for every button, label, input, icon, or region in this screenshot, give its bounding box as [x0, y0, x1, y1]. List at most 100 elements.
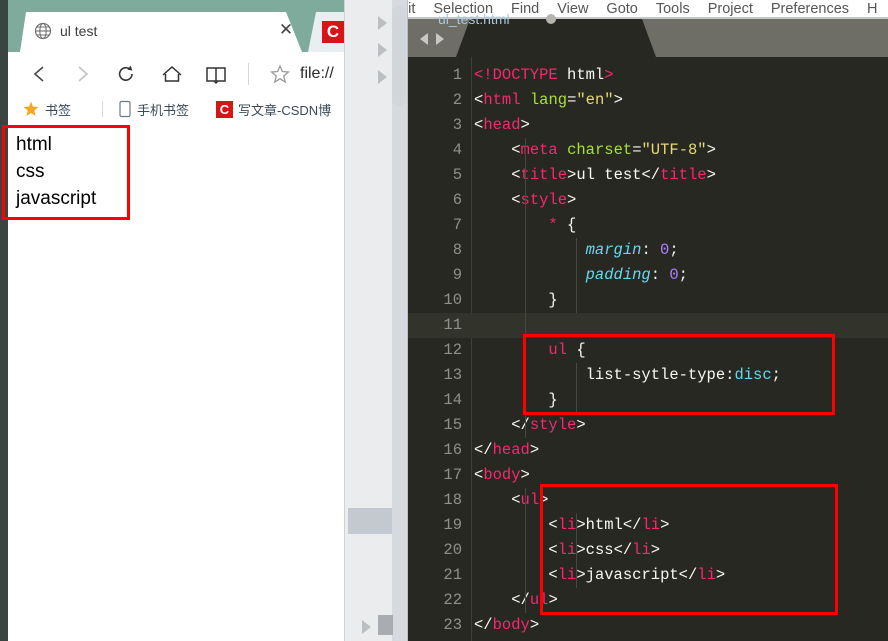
nav-right-icon[interactable]	[436, 33, 444, 45]
browser-side-panel	[344, 0, 408, 641]
line-number: 12	[443, 341, 462, 359]
line-number: 11	[443, 316, 462, 334]
code-line[interactable]: 16 </head>	[408, 438, 888, 463]
code-line[interactable]: 10 }	[408, 288, 888, 313]
code-line[interactable]: 2 <html lang="en">	[408, 88, 888, 113]
scrollbar-thumb[interactable]	[392, 6, 406, 106]
browser-toolbar: file://	[8, 52, 344, 95]
code-text: </body>	[474, 616, 540, 634]
chevron-right-icon[interactable]	[378, 43, 387, 57]
line-number: 18	[443, 491, 462, 509]
rendered-ul-list: html css javascript	[16, 131, 96, 212]
bookmark-item-csdn[interactable]: C 写文章-CSDN博	[216, 99, 331, 119]
code-line[interactable]: 4 <meta charset="UTF-8">	[408, 138, 888, 163]
csdn-icon: C	[322, 21, 344, 43]
star-icon[interactable]	[268, 62, 292, 86]
browser-page-content: html css javascript	[8, 123, 344, 641]
code-line[interactable]: 7 * {	[408, 213, 888, 238]
code-text: <!DOCTYPE html>	[474, 66, 614, 84]
unsaved-dot-icon	[546, 14, 556, 24]
line-number: 2	[452, 91, 462, 109]
reload-icon[interactable]	[114, 62, 138, 86]
code-line[interactable]: 17 <body>	[408, 463, 888, 488]
line-number: 16	[443, 441, 462, 459]
code-line[interactable]: 21 <li>javascript</li>	[408, 563, 888, 588]
code-text: </style>	[511, 416, 586, 434]
indent-guide	[525, 138, 526, 213]
globe-icon	[34, 22, 52, 40]
chevron-right-icon[interactable]	[378, 70, 387, 84]
code-text: ul {	[548, 341, 586, 359]
code-line[interactable]: 14 }	[408, 388, 888, 413]
code-text: <head>	[474, 116, 530, 134]
code-line[interactable]: 8 margin: 0;	[408, 238, 888, 263]
line-number: 5	[452, 166, 462, 184]
code-text: <li>html</li>	[548, 516, 670, 534]
code-line[interactable]: 11	[408, 313, 888, 338]
line-number: 22	[443, 591, 462, 609]
list-item: css	[16, 161, 45, 182]
code-text: </ul>	[511, 591, 558, 609]
list-item: html	[16, 134, 52, 155]
window-left-edge	[0, 0, 8, 641]
code-line[interactable]: 22 </ul>	[408, 588, 888, 613]
bookmark-item-mobile[interactable]: 手机书签	[118, 99, 189, 119]
code-editor-area[interactable]: 1 <!DOCTYPE html> 2 <html lang="en"> 3 <head>…	[408, 57, 888, 641]
address-bar-url[interactable]: file://	[300, 63, 334, 85]
line-number: 3	[452, 116, 462, 134]
bookmark-label: 写文章-CSDN博	[238, 102, 332, 118]
phone-icon	[119, 100, 131, 118]
browser-window: ul test ✕ C file:// 书签 手机书签 C 写文章-CSDN博 …	[0, 0, 344, 641]
text-editor-window: FileEditSelectionFindViewGotoToolsProjec…	[408, 0, 888, 641]
code-line[interactable]: 18 <ul>	[408, 488, 888, 513]
code-line[interactable]: 19 <li>html</li>	[408, 513, 888, 538]
browser-tab-strip: ul test ✕ C	[8, 0, 344, 52]
code-text: <li>css</li>	[548, 541, 661, 559]
browser-tab-title: ul test	[60, 23, 98, 39]
code-line[interactable]: 3 <head>	[408, 113, 888, 138]
bookmark-label: 手机书签	[137, 102, 190, 118]
code-text: <body>	[474, 466, 530, 484]
code-line[interactable]: 5 <title>ul test</title>	[408, 163, 888, 188]
csdn-icon: C	[216, 100, 233, 118]
code-line[interactable]: 15 </style>	[408, 413, 888, 438]
indent-guide	[525, 213, 526, 438]
code-line[interactable]: 9 padding: 0;	[408, 263, 888, 288]
forward-icon	[70, 62, 94, 86]
book-icon[interactable]	[204, 62, 228, 86]
line-number: 10	[443, 291, 462, 309]
indent-guide	[576, 513, 577, 588]
screenshot-root: ul test ✕ C file:// 书签 手机书签 C 写文章-CSDN博 …	[0, 0, 888, 641]
code-text: <html lang="en">	[474, 91, 623, 109]
line-number: 19	[443, 516, 462, 534]
code-text: <ul>	[511, 491, 549, 509]
line-number: 23	[443, 616, 462, 634]
chevron-right-icon[interactable]	[378, 16, 387, 30]
line-number: 7	[452, 216, 462, 234]
back-icon[interactable]	[28, 62, 52, 86]
close-icon[interactable]: ✕	[276, 20, 296, 40]
line-number: 8	[452, 241, 462, 259]
panel-selected-item[interactable]	[348, 508, 392, 534]
line-number: 14	[443, 391, 462, 409]
indent-guide	[576, 238, 577, 313]
code-line[interactable]: 12 ul {	[408, 338, 888, 363]
chevron-right-icon[interactable]	[362, 620, 371, 634]
browser-tab-background[interactable]: C	[308, 12, 344, 52]
panel-divider	[344, 0, 345, 641]
home-icon[interactable]	[160, 62, 184, 86]
code-line[interactable]: 6 <style>	[408, 188, 888, 213]
scrollbar-thumb-bottom[interactable]	[378, 615, 393, 635]
line-number: 6	[452, 191, 462, 209]
line-number: 17	[443, 466, 462, 484]
code-line[interactable]: 23 </body>	[408, 613, 888, 638]
code-text: list-sytle-type:disc;	[474, 366, 781, 384]
code-text: <li>javascript</li>	[548, 566, 726, 584]
bookmark-item-shuqian[interactable]: 书签	[22, 99, 71, 119]
code-line[interactable]: 13 list-sytle-type:disc;	[408, 363, 888, 388]
line-number: 4	[452, 141, 462, 159]
code-line[interactable]: 1 <!DOCTYPE html>	[408, 63, 888, 88]
line-number: 13	[443, 366, 462, 384]
code-line[interactable]: 20 <li>css</li>	[408, 538, 888, 563]
nav-left-icon[interactable]	[420, 33, 428, 45]
